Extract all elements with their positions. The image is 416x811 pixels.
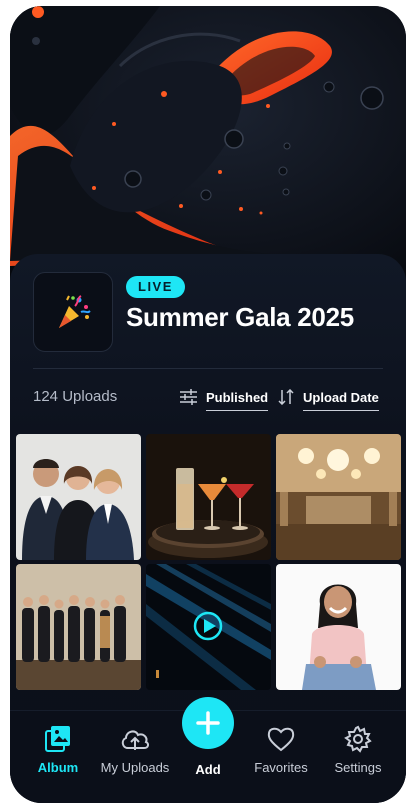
nav-label-add[interactable]: Add [182, 762, 234, 777]
filter-button[interactable]: Published [180, 384, 269, 411]
nav-label-my-uploads: My Uploads [100, 760, 170, 775]
photo-tile-smiling-woman[interactable] [276, 564, 401, 690]
event-title: Summer Gala 2025 [126, 302, 354, 332]
sort-label: Upload Date [303, 390, 379, 411]
photo-tile-guests-group[interactable] [16, 564, 141, 690]
party-popper-icon [33, 272, 113, 352]
filter-label: Published [206, 390, 269, 411]
bottom-nav: Album My Uploads Add Favorites Settings [10, 697, 406, 803]
add-button[interactable] [182, 697, 234, 749]
cloud-upload-icon [121, 730, 150, 750]
nav-label-album: Album [37, 760, 79, 775]
nav-item-settings[interactable]: Settings [318, 725, 398, 775]
heart-icon [267, 727, 295, 752]
nav-item-favorites[interactable]: Favorites [241, 725, 321, 775]
nav-item-my-uploads[interactable]: My Uploads [95, 725, 175, 775]
sort-button[interactable]: Upload Date [278, 384, 379, 411]
divider [33, 368, 383, 369]
nav-item-album[interactable]: Album [18, 725, 98, 775]
album-icon [45, 726, 70, 752]
sliders-icon [180, 389, 197, 405]
photo-tile-ballroom[interactable] [276, 434, 401, 560]
app-screen: LIVE Summer Gala 2025 124 Uploads Publis… [10, 6, 406, 803]
video-tile-stage-lights[interactable] [146, 564, 271, 690]
sort-arrows-icon [278, 389, 294, 405]
photo-tile-cocktails[interactable] [146, 434, 271, 560]
photo-tile-group-portrait[interactable] [16, 434, 141, 560]
uploads-count: 124 Uploads [33, 388, 118, 405]
live-status-badge: LIVE [126, 276, 185, 298]
nav-label-favorites: Favorites [254, 760, 308, 775]
nav-label-settings: Settings [334, 760, 382, 775]
gear-icon [344, 725, 372, 753]
hero-banner-image [10, 6, 406, 296]
plus-icon [196, 711, 220, 735]
